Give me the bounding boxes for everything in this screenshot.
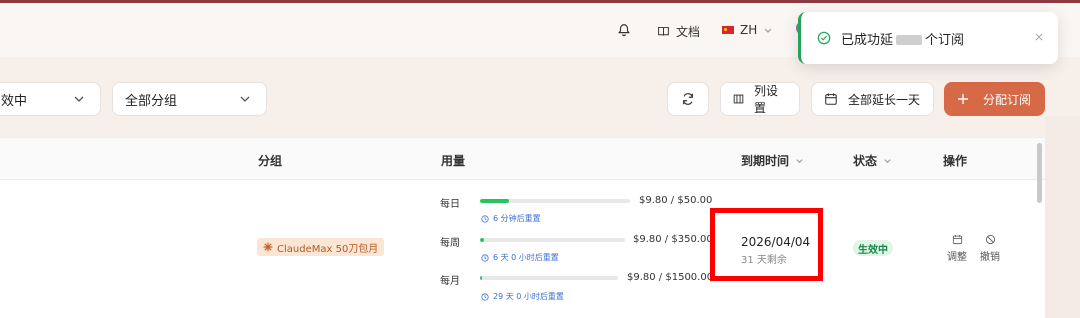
clock-icon — [481, 253, 489, 262]
clock-icon — [481, 214, 489, 223]
group-filter-select[interactable]: 全部分组 — [112, 82, 267, 116]
assign-subscription-label: 分配订阅 — [983, 92, 1032, 107]
status-filter-select[interactable]: 效中 — [0, 82, 101, 116]
notifications-button[interactable] — [617, 23, 631, 37]
china-flag-icon — [722, 26, 734, 34]
columns-icon — [733, 94, 744, 104]
refresh-icon — [683, 93, 693, 105]
usage-weekly-bar — [480, 238, 625, 242]
docs-label: 文档 — [676, 25, 701, 39]
success-toast: 已成功延 个订阅 × — [798, 12, 1058, 64]
table-scrollbar[interactable] — [1037, 143, 1042, 203]
usage-daily-amount: $9.80 / $50.00 — [639, 195, 713, 206]
usage-weekly-label: 每周 — [440, 238, 460, 249]
expiry-remaining: 31 天剩余 — [741, 255, 787, 266]
revoke-button[interactable]: 撤销 — [980, 234, 1000, 263]
ban-icon — [985, 234, 995, 245]
extend-all-label: 全部延长一天 — [848, 92, 921, 107]
group-badge: ClaudeMax 50刀包月 — [257, 238, 385, 256]
table-row: ClaudeMax 50刀包月 每日 $9.80 / $50.00 6 分钟后重… — [0, 180, 1045, 318]
usage-weekly-reset: 6 天 0 小时后重置 — [481, 252, 559, 263]
calendar-icon — [952, 235, 962, 245]
redacted-count — [896, 35, 923, 45]
assign-subscription-button[interactable]: 分配订阅 — [944, 82, 1045, 116]
column-header-group: 分组 — [258, 154, 283, 168]
refresh-button[interactable] — [667, 82, 709, 116]
column-settings-label: 列设置 — [754, 84, 779, 115]
chevron-down-icon — [240, 96, 250, 102]
usage-monthly-fill — [480, 276, 483, 280]
language-selector[interactable]: ZH — [722, 23, 773, 37]
adjust-button[interactable]: 调整 — [947, 234, 967, 263]
chevron-down-icon — [796, 159, 803, 164]
clock-icon — [481, 292, 489, 301]
column-header-expiry[interactable]: 到期时间 — [741, 152, 804, 169]
chevron-down-icon — [74, 96, 84, 102]
usage-monthly-label: 每月 — [440, 276, 460, 287]
table-header: 分组 用量 到期时间 状态 操作 — [0, 138, 1045, 180]
plus-icon — [958, 94, 968, 104]
docs-link[interactable]: 文档 — [657, 23, 700, 40]
check-circle-icon — [817, 31, 831, 45]
page-margin — [1045, 116, 1080, 318]
usage-daily-bar — [480, 199, 630, 203]
group-filter-value: 全部分组 — [125, 93, 178, 109]
column-header-status[interactable]: 状态 — [853, 152, 892, 169]
column-settings-button[interactable]: 列设置 — [720, 82, 800, 116]
toast-message: 已成功延 个订阅 — [841, 32, 965, 48]
usage-daily-reset: 6 分钟后重置 — [481, 213, 541, 224]
book-icon — [658, 26, 669, 36]
subscriptions-table: 分组 用量 到期时间 状态 操作 ClaudeMax 50刀包月 每日 $9.8… — [0, 137, 1045, 318]
usage-daily-fill — [480, 199, 510, 203]
extend-all-button[interactable]: 全部延长一天 — [811, 82, 934, 116]
expiry-date: 2026/04/04 — [741, 235, 811, 249]
language-label: ZH — [740, 23, 758, 37]
toolbar: 效中 全部分组 列设置 全部延长一天 分配订阅 — [0, 82, 1080, 116]
chevron-down-icon — [884, 159, 891, 164]
status-badge: 生效中 — [853, 240, 893, 256]
usage-monthly-amount: $9.80 / $1500.00 — [627, 272, 714, 283]
usage-daily-label: 每日 — [440, 199, 460, 210]
claude-logo-icon — [263, 242, 273, 252]
column-header-usage: 用量 — [441, 154, 466, 168]
usage-weekly-fill — [480, 238, 485, 242]
chevron-down-icon — [764, 28, 772, 33]
usage-weekly-amount: $9.80 / $350.00 — [633, 234, 713, 245]
usage-monthly-reset: 29 天 0 小时后重置 — [481, 291, 564, 302]
status-filter-value: 效中 — [1, 93, 28, 109]
close-icon[interactable]: × — [1034, 30, 1044, 44]
column-header-actions: 操作 — [943, 154, 968, 168]
calendar-icon — [825, 93, 837, 105]
bell-icon — [618, 24, 630, 37]
usage-monthly-bar — [480, 276, 618, 280]
